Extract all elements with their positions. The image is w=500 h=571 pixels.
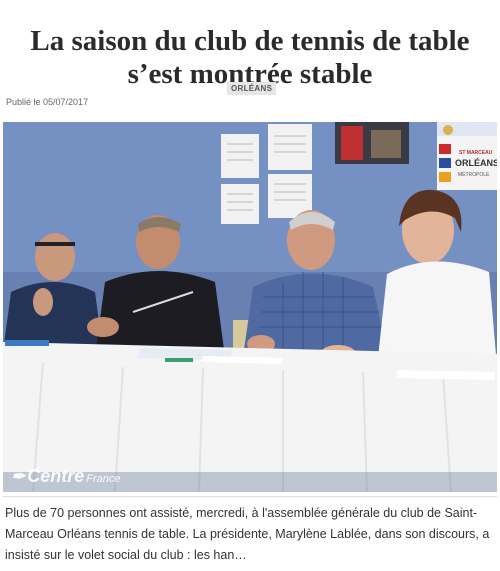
watermark-centre-text: Centre — [27, 466, 85, 486]
centre-france-logo-icon: ✒ — [11, 467, 26, 486]
category-tag[interactable]: ORLÉANS — [227, 82, 277, 95]
publish-date: Publié le 05/07/2017 — [6, 97, 89, 107]
svg-text:ST MARCEAU: ST MARCEAU — [459, 150, 493, 156]
svg-text:MÉTROPOLE: MÉTROPOLE — [458, 171, 490, 178]
photo-illustration: ST MARCEAU ORLÉANS MÉTROPOLE — [3, 122, 497, 492]
article-photo[interactable]: ST MARCEAU ORLÉANS MÉTROPOLE ✒ Centre Fr… — [3, 122, 497, 492]
svg-text:ORLÉANS: ORLÉANS — [455, 158, 497, 168]
article-excerpt: Plus de 70 personnes ont assisté, mercre… — [5, 506, 490, 562]
watermark-france-text: France — [86, 473, 121, 485]
divider — [3, 496, 497, 497]
centre-france-watermark: ✒ Centre France — [11, 466, 121, 487]
